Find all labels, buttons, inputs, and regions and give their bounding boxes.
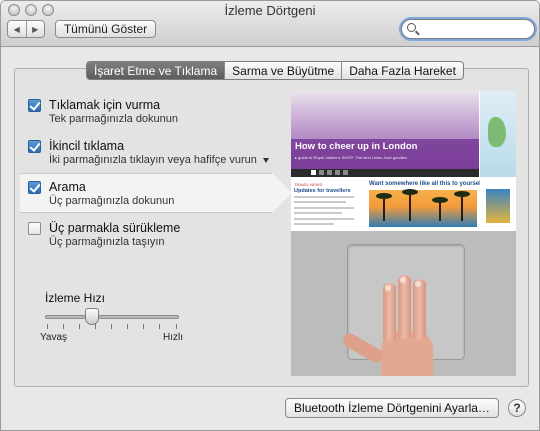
slider-tick <box>127 324 128 329</box>
hero-title: How to cheer up in London <box>295 141 418 152</box>
hand-illustration <box>340 263 461 376</box>
chevron-down-icon[interactable] <box>262 157 269 163</box>
slider-tick <box>63 324 64 329</box>
slider-tick <box>143 324 144 329</box>
option-subtitle: İki parmağınızla tıklayın veya hafifçe v… <box>49 154 257 166</box>
option-title: İkincil tıklama <box>49 139 125 153</box>
slider-tick <box>95 324 96 329</box>
news-heading: Updates for travellers <box>294 188 351 194</box>
slider-tick <box>159 324 160 329</box>
ring-finger <box>413 279 426 339</box>
news-text-line <box>294 218 354 220</box>
gesture-preview: How to cheer up in London ▸ guide to Roy… <box>291 91 516 376</box>
search-input[interactable] <box>420 22 528 36</box>
palm-tree <box>402 189 418 221</box>
toolbar: İzleme Dörtgeni ◀ ▶ Tümünü Göster <box>1 1 539 47</box>
preview-hero-image: How to cheer up in London ▸ guide to Roy… <box>291 91 479 169</box>
palm-tree <box>454 191 470 221</box>
look-up-checkbox[interactable] <box>28 181 41 194</box>
slider-knob[interactable] <box>85 308 99 325</box>
news-text-line <box>294 212 342 214</box>
news-text-line <box>294 207 354 209</box>
tab-bar: İşaret Etme ve Tıklama Sarma ve Büyütme … <box>86 61 464 80</box>
preview-promo: Want somewhere like all this to yourself… <box>367 179 486 231</box>
option-title: Tıklamak için vurma <box>49 98 161 112</box>
back-arrow-icon[interactable]: ◀ <box>8 21 27 37</box>
trackpad-preferences-window: İzleme Dörtgeni ◀ ▶ Tümünü Göster İşaret… <box>0 0 540 431</box>
index-finger <box>383 283 396 341</box>
show-all-button[interactable]: Tümünü Göster <box>55 20 156 38</box>
three-finger-drag-checkbox[interactable] <box>28 222 41 235</box>
news-text-line <box>294 223 334 225</box>
news-kicker: TRAVEL NEWS <box>294 182 323 187</box>
pager-dot <box>319 170 324 175</box>
palm-tree <box>376 193 392 221</box>
slider-max-label: Hızlı <box>163 332 183 343</box>
secondary-click-checkbox[interactable] <box>28 140 41 153</box>
window-title: İzleme Dörtgeni <box>224 3 316 18</box>
option-title: Arama <box>49 180 86 194</box>
option-title: Üç parmakla sürükleme <box>49 221 181 235</box>
preview-map-image <box>480 91 516 177</box>
slider-tick <box>47 324 48 329</box>
pager-dot <box>335 170 340 175</box>
preview-book-image <box>480 179 516 231</box>
promo-heading: Want somewhere like all this to yourself… <box>369 181 487 187</box>
news-text-line <box>294 201 346 203</box>
option-subtitle: Üç parmağınızla dokunun <box>49 195 175 207</box>
middle-finger <box>398 275 411 339</box>
setup-bluetooth-trackpad-button[interactable]: Bluetooth İzleme Dörtgenini Ayarla… <box>285 398 499 418</box>
tab-scroll-and-zoom[interactable]: Sarma ve Büyütme <box>224 62 341 79</box>
tracking-speed-label: İzleme Hızı <box>45 291 106 305</box>
slider-tick <box>79 324 80 329</box>
forward-arrow-icon[interactable]: ▶ <box>27 21 45 37</box>
preview-pager <box>291 169 479 177</box>
thumb <box>340 330 386 366</box>
tab-point-and-click[interactable]: İşaret Etme ve Tıklama <box>87 62 225 79</box>
slider-min-label: Yavaş <box>40 332 68 343</box>
pager-dot <box>311 170 316 175</box>
news-text-line <box>294 196 354 198</box>
search-icon <box>407 23 416 32</box>
tracking-speed-slider[interactable] <box>45 315 179 319</box>
tap-to-click-checkbox[interactable] <box>28 99 41 112</box>
slider-tick <box>176 324 177 329</box>
help-button[interactable]: ? <box>508 399 526 417</box>
beach-image <box>369 189 477 227</box>
preview-screen: How to cheer up in London ▸ guide to Roy… <box>291 91 516 231</box>
slider-tick <box>111 324 112 329</box>
preview-news: TRAVEL NEWS Updates for travellers <box>291 179 364 231</box>
tab-more-gestures[interactable]: Daha Fazla Hareket <box>341 62 463 79</box>
search-field[interactable] <box>401 19 535 39</box>
option-subtitle: Üç parmağınızla taşıyın <box>49 236 165 248</box>
pager-dot <box>343 170 348 175</box>
navigation-buttons: ◀ ▶ <box>7 20 45 38</box>
pager-dot <box>327 170 332 175</box>
hero-caption: ▸ guide to Royal Jubilee ▸ SHOP: The bes… <box>295 155 407 160</box>
option-subtitle: Tek parmağınızla dokunun <box>49 113 179 125</box>
option-subtitle-menu[interactable]: İki parmağınızla tıklayın veya hafifçe v… <box>49 154 269 166</box>
palm-tree <box>432 197 448 221</box>
